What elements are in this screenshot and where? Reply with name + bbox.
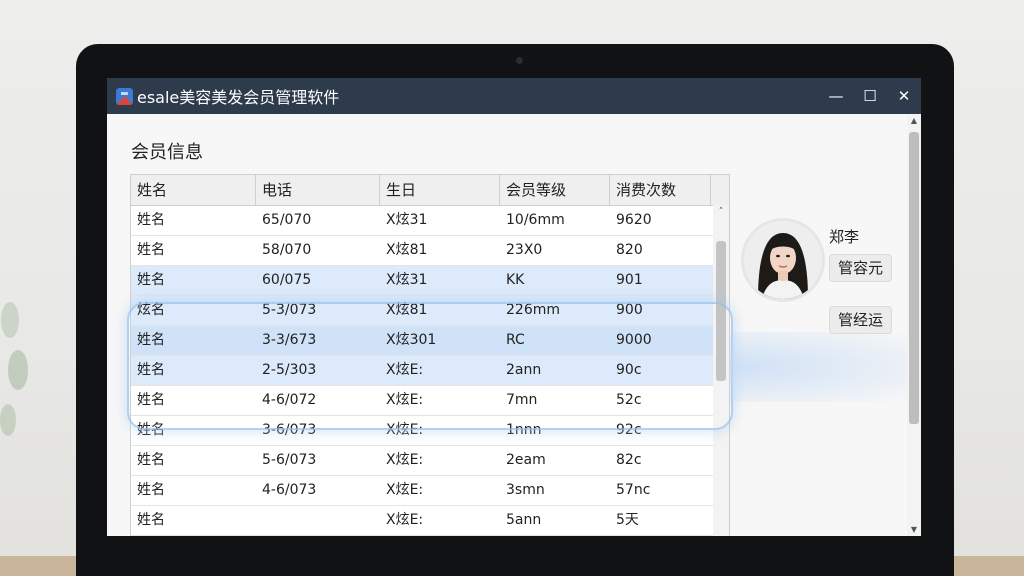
table-cell: 58/070: [262, 242, 312, 258]
table-cell: 5ann: [506, 512, 542, 528]
column-header-phone[interactable]: 电话: [256, 175, 380, 205]
table-cell: X炫E:: [386, 422, 424, 438]
scroll-up-arrow-icon[interactable]: ▲: [907, 116, 921, 125]
table-row[interactable]: 姓名 60/075 X炫31 KK 901: [131, 266, 729, 296]
window-scrollbar[interactable]: ▲ ▼: [907, 114, 921, 536]
section-title: 会员信息: [131, 142, 203, 163]
table-cell: 901: [616, 272, 643, 288]
table-cell: 姓名: [137, 452, 165, 468]
minimize-button[interactable]: —: [819, 87, 853, 105]
table-cell: 90c: [616, 362, 642, 378]
table-cell: 姓名: [137, 422, 165, 438]
table-cell: 10/6mm: [506, 212, 565, 228]
table-cell: X炫81: [386, 242, 428, 258]
highlight-glow: [729, 332, 909, 402]
member-avatar: [741, 218, 825, 302]
table-cell: X炫81: [386, 302, 428, 318]
member-table: 姓名 电话 生日 会员等级 消费次数 姓名 65/070 X炫31 10/6mm 962…: [130, 174, 730, 536]
table-cell: 4-6/073: [262, 482, 317, 498]
table-cell: 52c: [616, 392, 642, 408]
table-cell: [256, 506, 380, 535]
table-cell: X炫E:: [386, 392, 424, 408]
table-scrollbar[interactable]: ˄: [713, 205, 729, 536]
table-header: 姓名 电话 生日 会员等级 消费次数: [131, 175, 729, 206]
table-cell: 姓名: [137, 362, 165, 378]
window-title: esale美容美发会员管理软件: [137, 88, 340, 107]
table-cell: KK: [506, 272, 525, 288]
member-name: 郑李: [829, 228, 860, 246]
table-cell: 5-6/073: [262, 452, 317, 468]
maximize-button[interactable]: ☐: [853, 87, 887, 105]
table-cell: X炫E:: [386, 452, 424, 468]
table-cell: 82c: [616, 452, 642, 468]
webcam: [516, 57, 523, 64]
table-row[interactable]: 姓名 4-6/072 X炫E: 7mn 52c: [131, 386, 729, 416]
table-cell: 57nc: [616, 482, 651, 498]
table-cell: X炫E:: [386, 482, 424, 498]
table-cell: 3smn: [506, 482, 545, 498]
window-scroll-thumb[interactable]: [909, 132, 919, 424]
table-cell: 65/070: [262, 212, 312, 228]
table-scroll-thumb[interactable]: [716, 241, 726, 381]
table-cell: 5-3/073: [262, 302, 317, 318]
table-row[interactable]: 炫名 5-3/073 X炫81 226mm 900: [131, 296, 729, 326]
table-row[interactable]: 姓名 2-5/303 X炫E: 2ann 90c: [131, 356, 729, 386]
table-cell: 900: [616, 302, 643, 318]
window-controls: — ☐ ✕: [819, 87, 921, 105]
table-row[interactable]: 姓名 3-6/073 X炫E: 1nnn 92c: [131, 416, 729, 446]
table-cell: 7mn: [506, 392, 538, 408]
table-cell: 3-6/073: [262, 422, 317, 438]
table-cell: 姓名: [137, 482, 165, 498]
member-action-button-1[interactable]: 管容元: [829, 254, 893, 282]
title-bar: esale美容美发会员管理软件 — ☐ ✕: [107, 78, 921, 114]
table-cell: X炫31: [386, 212, 428, 228]
table-cell: 姓名: [137, 332, 165, 348]
table-cell: 2-5/303: [262, 362, 317, 378]
table-cell: 炫名: [137, 302, 165, 318]
table-row[interactable]: 姓名 58/070 X炫81 23X0 820: [131, 236, 729, 266]
table-cell: 2eam: [506, 452, 546, 468]
table-cell: X炫31: [386, 272, 428, 288]
table-row[interactable]: 姓名 3-3/673 X炫301 RC 9000: [131, 326, 729, 356]
table-row[interactable]: 姓名 4-6/073 X炫E: 3smn 57nc: [131, 476, 729, 506]
table-row[interactable]: 姓名 5-6/073 X炫E: 2eam 82c: [131, 446, 729, 476]
column-header-name[interactable]: 姓名: [131, 175, 256, 205]
main-content: 会员信息 姓名 电话 生日 会员等级 消费次数 姓名 65/070 X炫31 10/6…: [107, 114, 921, 536]
table-cell: X炫E:: [386, 362, 424, 378]
table-cell: 23X0: [506, 242, 543, 258]
table-cell: 9000: [616, 332, 652, 348]
app-logo-icon: [116, 87, 133, 105]
table-cell: 姓名: [137, 212, 165, 228]
table-cell: 3-3/673: [262, 332, 317, 348]
table-cell: X炫301: [386, 332, 437, 348]
table-cell: X炫E:: [386, 512, 424, 528]
scroll-down-arrow-icon[interactable]: ▼: [907, 525, 921, 534]
table-row[interactable]: 姓名 65/070 X炫31 10/6mm 9620: [131, 206, 729, 236]
table-cell: 9620: [616, 212, 652, 228]
table-cell: 姓名: [137, 242, 165, 258]
table-cell: RC: [506, 332, 525, 348]
table-cell: 92c: [616, 422, 642, 438]
table-body: 姓名 65/070 X炫31 10/6mm 9620 姓名 58/070 X炫81 23X0 82…: [131, 206, 729, 536]
table-cell: 60/075: [262, 272, 312, 288]
table-cell: 2ann: [506, 362, 542, 378]
column-header-visits[interactable]: 消费次数: [610, 175, 711, 205]
close-button[interactable]: ✕: [887, 87, 921, 105]
table-cell: 姓名: [137, 392, 165, 408]
table-cell: 5天: [616, 512, 639, 528]
column-header-level[interactable]: 会员等级: [500, 175, 610, 205]
scroll-up-icon[interactable]: ˄: [713, 205, 729, 219]
member-action-button-2[interactable]: 管经运: [829, 306, 893, 334]
table-cell: 1nnn: [506, 422, 542, 438]
table-cell: 820: [616, 242, 643, 258]
table-cell: 姓名: [137, 512, 165, 528]
column-header-birthday[interactable]: 生日: [380, 175, 500, 205]
table-row[interactable]: 姓名 X炫E: 5ann 5天: [131, 506, 729, 536]
table-cell: 姓名: [137, 272, 165, 288]
plant-decoration: [0, 290, 40, 490]
app-window: esale美容美发会员管理软件 — ☐ ✕ 会员信息 姓名 电话 生日 会员等级…: [107, 78, 921, 536]
table-cell: 226mm: [506, 302, 560, 318]
table-cell: 4-6/072: [262, 392, 317, 408]
